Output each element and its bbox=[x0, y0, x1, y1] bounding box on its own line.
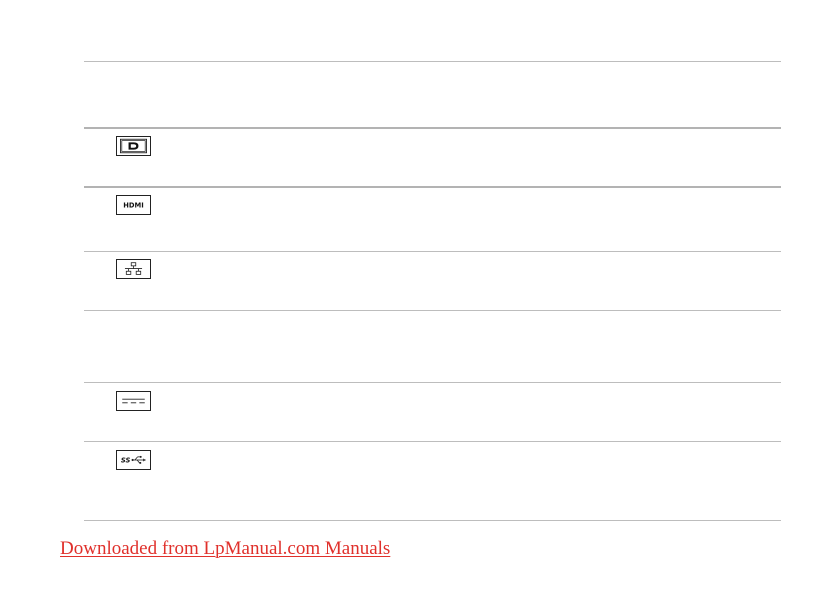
divider-top bbox=[84, 61, 781, 62]
network-icon bbox=[116, 259, 151, 279]
divider-row-5 bbox=[84, 441, 781, 442]
usb3-superspeed-icon: SS bbox=[116, 450, 151, 470]
divider-row-2 bbox=[84, 251, 781, 252]
divider-row-1 bbox=[84, 186, 781, 188]
divider-row-3 bbox=[84, 310, 781, 311]
displayport-icon bbox=[116, 136, 151, 156]
usb3-icon-text: SS bbox=[121, 457, 131, 465]
hdmi-icon: HDMI bbox=[116, 195, 151, 215]
footer-download-link[interactable]: Downloaded from LpManual.com Manuals bbox=[60, 538, 390, 560]
divider-row-4 bbox=[84, 382, 781, 383]
hdmi-icon-text: HDMI bbox=[123, 202, 143, 210]
divider-bottom bbox=[84, 520, 781, 521]
dc-power-icon bbox=[116, 391, 151, 411]
divider-header bbox=[84, 127, 781, 129]
